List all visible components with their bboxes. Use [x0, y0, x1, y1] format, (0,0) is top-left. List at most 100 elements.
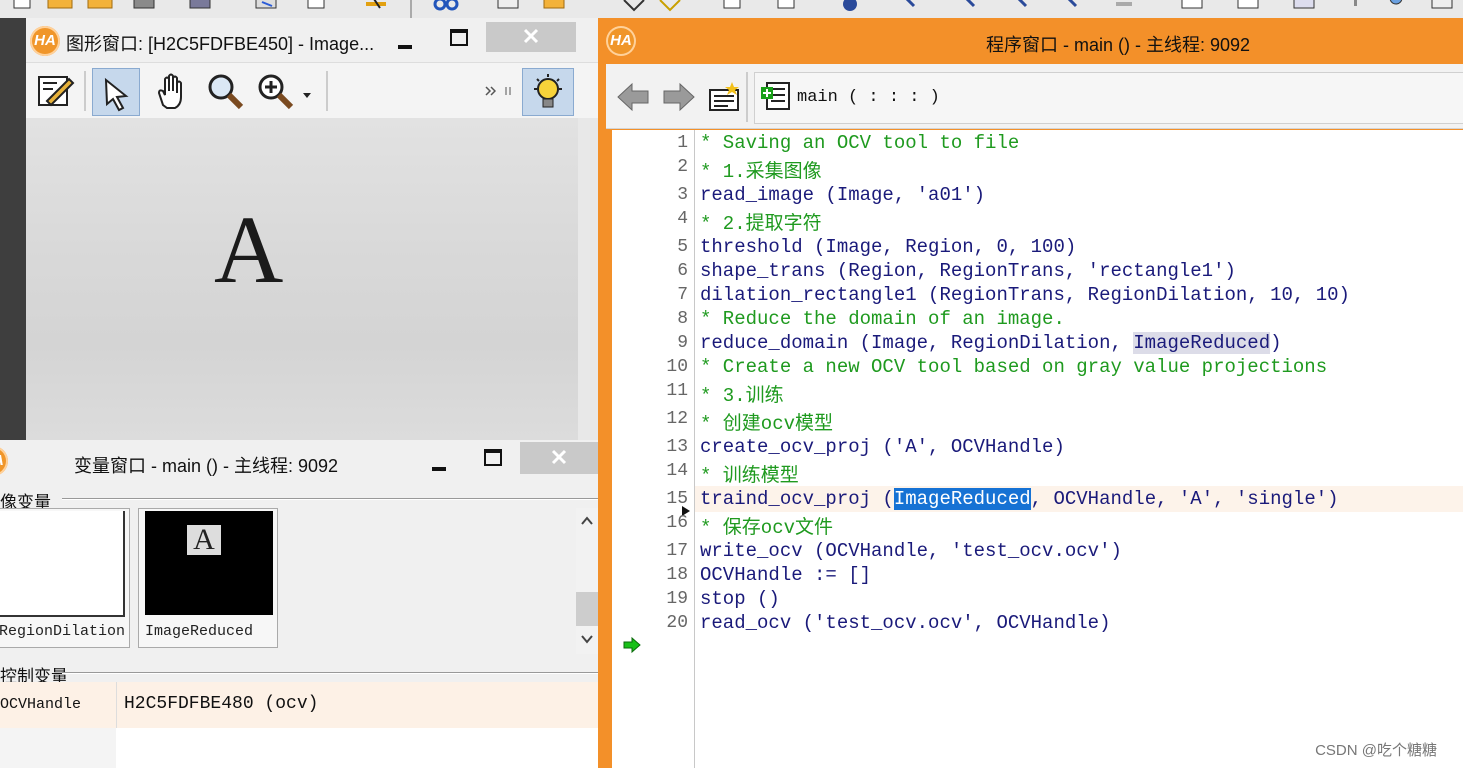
- line-number[interactable]: 8: [612, 309, 688, 329]
- toolbar-overflow-icon[interactable]: [484, 83, 497, 99]
- back-icon[interactable]: [1060, 0, 1088, 12]
- open-file-icon[interactable]: [86, 0, 114, 12]
- line-number[interactable]: 4: [612, 209, 688, 229]
- code-line[interactable]: threshold (Image, Region, 0, 100): [700, 236, 1076, 258]
- code-comment-line[interactable]: * 2.提取字符: [700, 208, 822, 235]
- line-number[interactable]: 17: [612, 541, 688, 561]
- code-line[interactable]: create_ocv_proj ('A', OCVHandle): [700, 436, 1065, 458]
- code-comment-line[interactable]: * 1.采集图像: [700, 156, 822, 183]
- select-pointer-icon[interactable]: [92, 68, 140, 116]
- code-line[interactable]: reduce_domain (Image, RegionDilation, Im…: [700, 332, 1282, 354]
- line-number[interactable]: 6: [612, 261, 688, 281]
- lightbulb-icon[interactable]: [522, 68, 574, 116]
- stop-icon[interactable]: [836, 0, 864, 12]
- code-comment-line[interactable]: * Saving an OCV tool to file: [700, 132, 1019, 154]
- code-editor[interactable]: 1 * Saving an OCV tool to file 2 * 1.采集图像 3 r…: [612, 130, 1463, 768]
- thumbnail-regiondilation[interactable]: RegionDilation: [0, 508, 130, 648]
- cut-icon[interactable]: [362, 0, 390, 12]
- magnify-icon[interactable]: [202, 68, 248, 114]
- step-icon[interactable]: [656, 0, 684, 12]
- line-number[interactable]: 20: [612, 613, 688, 633]
- step-into-icon[interactable]: [772, 0, 800, 12]
- code-comment-line[interactable]: * 创建ocv模型: [700, 408, 833, 435]
- minimize-button[interactable]: [422, 450, 456, 478]
- line-number[interactable]: 3: [612, 185, 688, 205]
- line-number[interactable]: 1: [612, 133, 688, 153]
- chevron-up-icon[interactable]: [580, 516, 594, 526]
- help-icon[interactable]: [1428, 0, 1456, 12]
- new-icon[interactable]: [8, 0, 36, 12]
- code-comment-line[interactable]: * 保存ocv文件: [700, 512, 833, 539]
- line-number[interactable]: 2: [612, 157, 688, 177]
- breakpoint-icon[interactable]: [958, 0, 986, 12]
- line-number[interactable]: 10: [612, 357, 688, 377]
- edit-parameters-icon[interactable]: [32, 68, 78, 114]
- scrollbar-thumb[interactable]: [576, 592, 598, 626]
- run-icon[interactable]: [620, 0, 648, 12]
- page-icon[interactable]: [302, 0, 330, 12]
- code-comment-line[interactable]: * 训练模型: [700, 460, 799, 487]
- line-number[interactable]: 18: [612, 565, 688, 585]
- close-button[interactable]: [520, 442, 598, 474]
- save-icon[interactable]: [130, 0, 158, 12]
- forward-arrow-icon[interactable]: [660, 80, 696, 114]
- thumbnail-scrollbar[interactable]: [576, 508, 598, 654]
- pan-hand-icon[interactable]: [148, 68, 194, 114]
- code-line[interactable]: dilation_rectangle1 (RegionTrans, Region…: [700, 284, 1350, 306]
- window-icon[interactable]: [1178, 0, 1206, 12]
- highlighted-identifier[interactable]: ImageReduced: [893, 488, 1031, 510]
- code-line[interactable]: traind_ocv_proj (ImageReduced, OCVHandle…: [700, 488, 1339, 510]
- jump-icon[interactable]: [1010, 0, 1038, 12]
- line-number[interactable]: 14: [612, 461, 688, 481]
- new-procedure-icon[interactable]: [706, 80, 742, 114]
- line-number[interactable]: 16: [612, 513, 688, 533]
- line-number[interactable]: 12: [612, 409, 688, 429]
- code-line[interactable]: stop (): [700, 588, 780, 610]
- line-number[interactable]: 7: [612, 285, 688, 305]
- line-number[interactable]: 13: [612, 437, 688, 457]
- copy-icon[interactable]: [432, 0, 460, 12]
- inspect-icon[interactable]: [1382, 0, 1410, 12]
- halcon-logo: HA: [0, 446, 8, 476]
- line-number[interactable]: 19: [612, 589, 688, 609]
- program-window-titlebar[interactable]: HA 程序窗口 - main () - 主线程: 9092: [598, 18, 1463, 64]
- reset-icon[interactable]: [898, 0, 926, 12]
- code-comment-line[interactable]: * 3.训练: [700, 380, 784, 407]
- halcon-logo: HA: [30, 26, 60, 56]
- code-line[interactable]: write_ocv (OCVHandle, 'test_ocv.ocv'): [700, 540, 1122, 562]
- code-comment-line[interactable]: * Create a new OCV tool based on gray va…: [700, 356, 1327, 378]
- line-number[interactable]: 11: [612, 381, 688, 401]
- variable-icon[interactable]: [1290, 0, 1318, 12]
- code-line[interactable]: shape_trans (Region, RegionTrans, 'recta…: [700, 260, 1236, 282]
- control-var-row[interactable]: OCVHandle H2C5FDFBE480 (ocv): [0, 682, 598, 768]
- open-folder-icon[interactable]: [46, 0, 74, 12]
- line-number[interactable]: 15: [612, 489, 688, 509]
- chevron-down-icon[interactable]: [580, 634, 594, 644]
- minimize-button[interactable]: [388, 28, 422, 56]
- paste-icon[interactable]: [494, 0, 522, 12]
- graphics-canvas[interactable]: A: [26, 118, 578, 440]
- step-over-icon[interactable]: [718, 0, 746, 12]
- line-number[interactable]: 5: [612, 237, 688, 257]
- close-button[interactable]: [486, 22, 576, 52]
- zoom-in-icon[interactable]: [254, 68, 316, 114]
- code-comment-line[interactable]: * Reduce the domain of an image.: [700, 308, 1065, 330]
- code-line[interactable]: OCVHandle := []: [700, 564, 871, 586]
- back-arrow-icon[interactable]: [616, 80, 652, 114]
- graphics-window-titlebar[interactable]: HA 图形窗口: [H2C5FDFBE450] - Image...: [26, 18, 598, 62]
- maximize-button[interactable]: [442, 24, 476, 52]
- print-icon[interactable]: [252, 0, 280, 12]
- line-number[interactable]: 9: [612, 333, 688, 353]
- graphics-icon[interactable]: [1234, 0, 1262, 12]
- highlighted-identifier[interactable]: ImageReduced: [1133, 332, 1271, 354]
- thumbnail-letter: A: [187, 525, 221, 555]
- find-icon[interactable]: [540, 0, 568, 12]
- maximize-button[interactable]: [476, 444, 510, 472]
- save-all-icon[interactable]: [186, 0, 214, 12]
- code-line[interactable]: read_ocv ('test_ocv.ocv', OCVHandle): [700, 612, 1110, 634]
- code-line[interactable]: read_image (Image, 'a01'): [700, 184, 985, 206]
- procedure-selector[interactable]: main ( : : : ): [754, 72, 1463, 124]
- graphics-scrollbar[interactable]: [578, 118, 598, 440]
- variable-window-titlebar[interactable]: HA 变量窗口 - main () - 主线程: 9092: [0, 440, 598, 480]
- thumbnail-imagereduced[interactable]: A ImageReduced: [138, 508, 278, 648]
